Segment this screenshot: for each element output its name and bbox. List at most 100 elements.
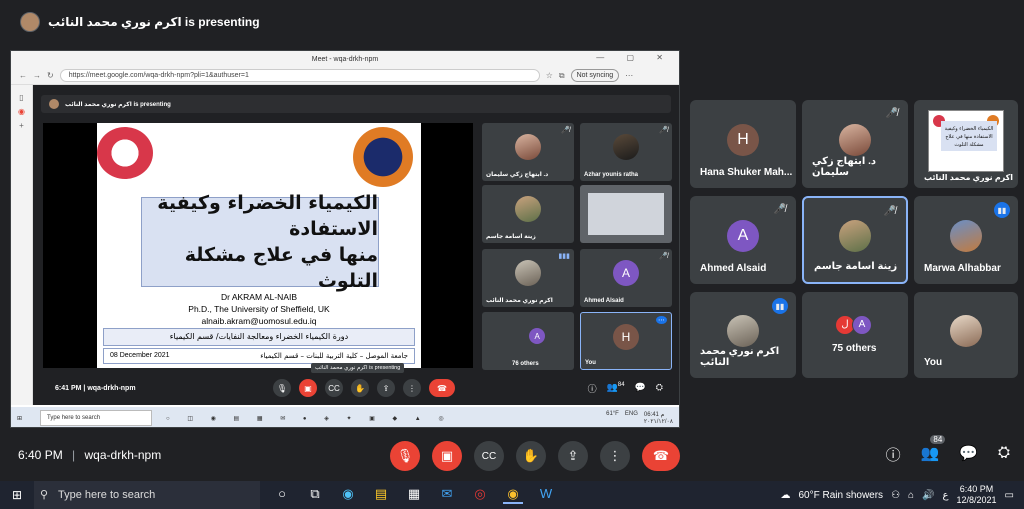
participant-tile-active[interactable]: 🎤̸ زينة اسامة جاسم bbox=[802, 196, 908, 284]
people-count-badge: 84 bbox=[930, 435, 946, 444]
participant-photo bbox=[839, 123, 871, 156]
inner-meet-bar: 6:41 PM | wqa-drkh-npm 🎙 ▣ CC ✋ ⇪ ⋮ ☎ ⓘ … bbox=[43, 375, 673, 401]
browser-sidebar: ▯ ◉ + bbox=[11, 85, 33, 405]
participant-photo bbox=[515, 260, 541, 287]
notification-icon[interactable]: ▭ bbox=[1005, 490, 1014, 501]
task-view-icon[interactable]: ⧉ bbox=[305, 486, 325, 504]
shared-tile: 🎤̸ Azhar younis ratha bbox=[580, 123, 672, 181]
people-tray-icon: ⚇ bbox=[891, 489, 901, 501]
inner-chat-icon: 💬 bbox=[634, 381, 646, 392]
inner-controls: 🎙 ▣ CC ✋ ⇪ ⋮ ☎ bbox=[273, 379, 455, 397]
participant-avatar: H bbox=[613, 323, 639, 350]
participant-tile[interactable]: ▮▮ اكرم نوري محمد النائب bbox=[690, 292, 796, 378]
university-logo bbox=[353, 127, 413, 187]
self-photo bbox=[950, 314, 982, 347]
inner-camera-off-icon: ▣ bbox=[299, 379, 317, 397]
others-avatars: ل A bbox=[835, 314, 872, 335]
participant-name: د. ابتهاج زكي سليمان bbox=[812, 156, 876, 178]
participant-tile[interactable]: H Hana Shuker Mah... bbox=[690, 100, 796, 188]
activities-button[interactable]: ⛭ bbox=[998, 444, 1010, 465]
shared-tile-name: زينة اسامة جاسم bbox=[486, 234, 536, 240]
chat-button[interactable]: 💬 bbox=[959, 444, 978, 465]
windows-start-icon[interactable]: ⊞ bbox=[0, 488, 34, 502]
participant-tile[interactable]: 🎤̸ د. ابتهاج زكي سليمان bbox=[802, 100, 908, 188]
participant-photo bbox=[613, 134, 639, 161]
browser-url: https://meet.google.com/wqa-drkh-npm?pli… bbox=[59, 69, 540, 82]
participant-tile[interactable]: 🎤̸ A Ahmed Alsaid bbox=[690, 196, 796, 284]
inner-presenter-avatar bbox=[49, 99, 59, 109]
more-options-button[interactable]: ⋮ bbox=[600, 441, 630, 471]
mic-off-icon: 🎤̸ bbox=[659, 127, 668, 134]
mic-off-icon: 🎤̸ bbox=[883, 206, 896, 217]
meeting-info: 6:40 PM | wqa-drkh-npm bbox=[18, 448, 162, 462]
edge-icon[interactable]: ◉ bbox=[338, 486, 358, 504]
slide-footer: 08 December 2021 جامعة الموصل – كلية الت… bbox=[103, 348, 415, 364]
mic-off-icon: 🎤̸ bbox=[885, 108, 898, 119]
slide-title: الكيمياء الخضراء وكيفية الاستفادة منها ف… bbox=[141, 192, 379, 292]
participant-avatar: A bbox=[529, 328, 546, 345]
back-icon: ← bbox=[19, 71, 27, 80]
participant-name: زينة اسامة جاسم bbox=[814, 261, 898, 272]
mic-toggle-button[interactable]: 🎙 bbox=[390, 441, 420, 471]
language-indicator[interactable]: ع bbox=[943, 490, 949, 501]
inner-present-icon: ⇪ bbox=[377, 379, 395, 397]
presentation-thumbnail: الكيمياء الخضراء وكيفية الاستفادة منها ف… bbox=[928, 110, 1004, 172]
mail-icon[interactable]: ✉ bbox=[437, 486, 457, 504]
browser-tab-title: Meet - wqa-drkh-npm bbox=[311, 55, 379, 63]
participant-name: اكرم نوري محمد النائب bbox=[924, 173, 1014, 182]
shared-tile-name: Ahmed Alsaid bbox=[584, 298, 624, 304]
inner-taskbar: ⊞ Type here to search ○ ◫ ◉ ▤ ▦ ✉ ● ◈ ✦ … bbox=[11, 407, 679, 427]
slide-author: Dr AKRAM AL-NAIB bbox=[220, 292, 298, 302]
reload-icon: ↻ bbox=[47, 71, 54, 80]
end-call-button[interactable]: ☎ bbox=[642, 441, 680, 471]
participant-photo bbox=[515, 134, 541, 161]
participant-photo bbox=[727, 314, 759, 347]
shared-screen: Meet - wqa-drkh-npm — ▢ ✕ ← → ↻ https://… bbox=[10, 50, 680, 428]
others-tile[interactable]: ل A 75 others bbox=[802, 292, 908, 378]
slide-university: جامعة الموصل – كلية التربية للبنات – قسم… bbox=[260, 352, 408, 360]
inner-captions-icon: CC bbox=[325, 379, 343, 397]
people-button[interactable]: 👥 84 bbox=[921, 435, 946, 465]
inner-lang: ENG bbox=[624, 411, 638, 417]
browser-address-row: ← → ↻ https://meet.google.com/wqa-drkh-n… bbox=[11, 67, 679, 85]
inner-mic-icon: 🎙 bbox=[273, 379, 291, 397]
cortana-icon[interactable]: ○ bbox=[272, 486, 292, 504]
taskbar-clock[interactable]: 6:40 PM 12/8/2021 bbox=[957, 484, 997, 506]
captions-button[interactable]: CC bbox=[474, 441, 504, 471]
inner-tray: 61°F ENG 06:41 م ٢٠٢١/١٢/٠٨ bbox=[606, 411, 679, 425]
inner-people-icon: 👥84 bbox=[606, 381, 625, 392]
shared-tile-screen bbox=[580, 185, 672, 243]
participant-photo bbox=[515, 196, 541, 223]
present-button[interactable]: ⇪ bbox=[558, 441, 588, 471]
raise-hand-button[interactable]: ✋ bbox=[516, 441, 546, 471]
store-icon[interactable]: ▦ bbox=[404, 486, 424, 504]
shared-tile: ▮▮▮ اكرم نوري محمد النائب bbox=[482, 249, 574, 307]
inner-presenting-text: اكرم نوري محمد النائب is presenting bbox=[65, 101, 171, 108]
participant-tile[interactable]: ▮▮ Marwa Alhabbar bbox=[914, 196, 1018, 284]
self-tile[interactable]: You bbox=[914, 292, 1018, 378]
collections-icon: ⧉ bbox=[558, 70, 565, 80]
shared-tile-name: You bbox=[585, 360, 596, 366]
taskbar-search[interactable]: ⚲ Type here to search bbox=[34, 481, 260, 509]
window-controls: — ▢ ✕ bbox=[596, 53, 673, 62]
presenter-avatar bbox=[20, 12, 40, 32]
thumbnail-title: الكيمياء الخضراء وكيفية الاستفادة منها ف… bbox=[941, 121, 997, 151]
speaking-icon: ▮▮ bbox=[994, 202, 1010, 218]
slide-title-line1: الكيمياء الخضراء وكيفية الاستفادة bbox=[157, 192, 378, 240]
windows-taskbar: ⊞ ⚲ Type here to search ○ ⧉ ◉ ▤ ▦ ✉ ◎ ◉ … bbox=[0, 481, 1024, 509]
weather-text[interactable]: 60°F Rain showers bbox=[798, 490, 883, 501]
opera-icon[interactable]: ◎ bbox=[470, 486, 490, 504]
word-icon[interactable]: W bbox=[536, 486, 556, 504]
weather-icon: ☁ bbox=[780, 489, 791, 501]
presentation-tile[interactable]: الكيمياء الخضراء وكيفية الاستفادة منها ف… bbox=[914, 100, 1018, 188]
file-explorer-icon[interactable]: ▤ bbox=[371, 486, 391, 504]
camera-toggle-button[interactable]: ▣ bbox=[432, 441, 462, 471]
info-button[interactable]: ⓘ bbox=[886, 444, 901, 465]
meet-control-bar: 6:40 PM | wqa-drkh-npm 🎙 ▣ CC ✋ ⇪ ⋮ ☎ ⓘ … bbox=[0, 434, 1024, 478]
chrome-icon[interactable]: ◉ bbox=[503, 486, 523, 504]
mic-off-icon: 🎤̸ bbox=[659, 253, 668, 260]
taskbar-apps: ○ ⧉ ◉ ▤ ▦ ✉ ◎ ◉ W bbox=[272, 486, 556, 504]
network-icon[interactable]: ⌂ bbox=[908, 490, 914, 501]
inner-presenting-banner: اكرم نوري محمد النائب is presenting bbox=[41, 95, 671, 113]
volume-icon[interactable]: 🔊 bbox=[922, 490, 934, 501]
